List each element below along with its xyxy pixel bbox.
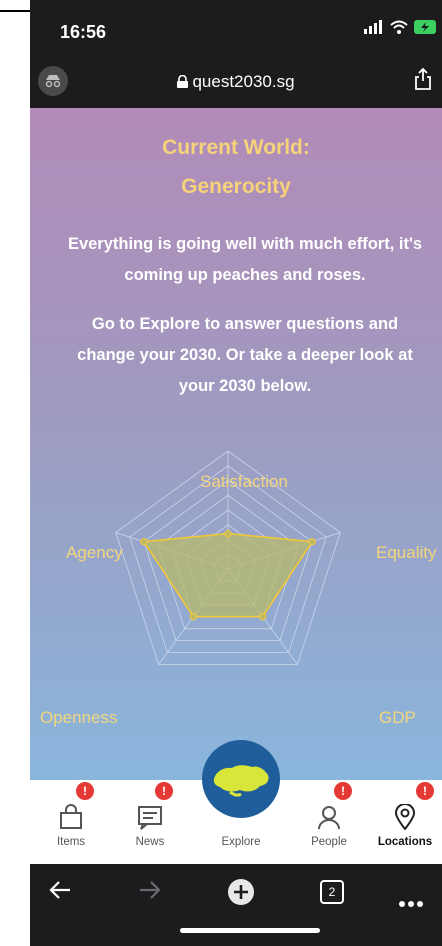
home-indicator bbox=[180, 928, 320, 933]
locations-badge: ! bbox=[416, 782, 434, 800]
axis-label-openness: Openness bbox=[40, 708, 118, 727]
tab-locations[interactable]: ! Locations bbox=[370, 780, 440, 848]
radar-point-gdp bbox=[259, 613, 267, 621]
axis-label-agency: Agency bbox=[66, 543, 123, 562]
person-icon bbox=[318, 806, 340, 830]
tab-news[interactable]: ! News bbox=[115, 780, 185, 848]
tabs-button[interactable]: 2 bbox=[320, 880, 344, 904]
share-button[interactable] bbox=[414, 67, 432, 95]
url-field[interactable]: quest2030.sg bbox=[30, 72, 442, 92]
radar-point-satisfaction bbox=[224, 530, 232, 538]
status-bar: 16:56 bbox=[30, 0, 442, 60]
items-badge: ! bbox=[76, 782, 94, 800]
news-badge: ! bbox=[155, 782, 173, 800]
battery-charging-icon bbox=[414, 20, 436, 34]
back-arrow-icon bbox=[49, 881, 70, 899]
tab-people[interactable]: ! People bbox=[294, 780, 364, 848]
people-badge: ! bbox=[334, 782, 352, 800]
axis-label-gdp: GDP bbox=[379, 708, 416, 727]
system-icons bbox=[364, 20, 436, 34]
tab-count: 2 bbox=[320, 880, 344, 904]
top-border-line bbox=[0, 10, 30, 12]
radar-chart bbox=[115, 450, 341, 665]
radar-point-equality bbox=[308, 538, 316, 546]
forward-arrow-icon bbox=[140, 881, 161, 899]
radar-point-openness bbox=[189, 613, 197, 621]
tab-people-label: People bbox=[311, 836, 347, 848]
more-button[interactable] bbox=[398, 884, 424, 915]
news-icon bbox=[138, 806, 162, 830]
wifi-icon bbox=[390, 20, 408, 34]
share-icon bbox=[415, 67, 431, 90]
new-tab-button[interactable] bbox=[227, 878, 255, 913]
phone-screen: 16:56 quest2030.sg Current World: Genero… bbox=[30, 0, 442, 946]
more-icon bbox=[399, 901, 423, 907]
forward-button[interactable] bbox=[138, 878, 162, 909]
shopping-bag-icon bbox=[60, 804, 82, 829]
lock-icon bbox=[177, 74, 189, 88]
plus-icon bbox=[228, 879, 254, 905]
tab-news-label: News bbox=[135, 836, 165, 848]
axis-label-satisfaction: Satisfaction bbox=[200, 472, 288, 491]
world-panel: Current World: Generocity Everything is … bbox=[30, 108, 442, 780]
url-text: quest2030.sg bbox=[192, 72, 295, 91]
tab-locations-label: Locations bbox=[377, 836, 433, 848]
explore-button[interactable] bbox=[202, 740, 280, 818]
tab-items[interactable]: ! Items bbox=[36, 780, 106, 848]
tab-items-label: Items bbox=[56, 836, 86, 848]
location-pin-icon bbox=[394, 804, 416, 830]
radar-point-agency bbox=[140, 538, 148, 546]
back-button[interactable] bbox=[48, 878, 72, 909]
signal-bars-icon bbox=[364, 20, 382, 34]
browser-url-bar: quest2030.sg bbox=[30, 60, 442, 108]
tab-explore-label: Explore bbox=[221, 836, 261, 848]
status-time: 16:56 bbox=[60, 22, 107, 42]
browser-toolbar: 2 bbox=[30, 864, 442, 946]
singapore-map-icon bbox=[213, 765, 269, 797]
axis-label-equality: Equality bbox=[376, 543, 437, 562]
radar-data-area bbox=[142, 532, 314, 618]
